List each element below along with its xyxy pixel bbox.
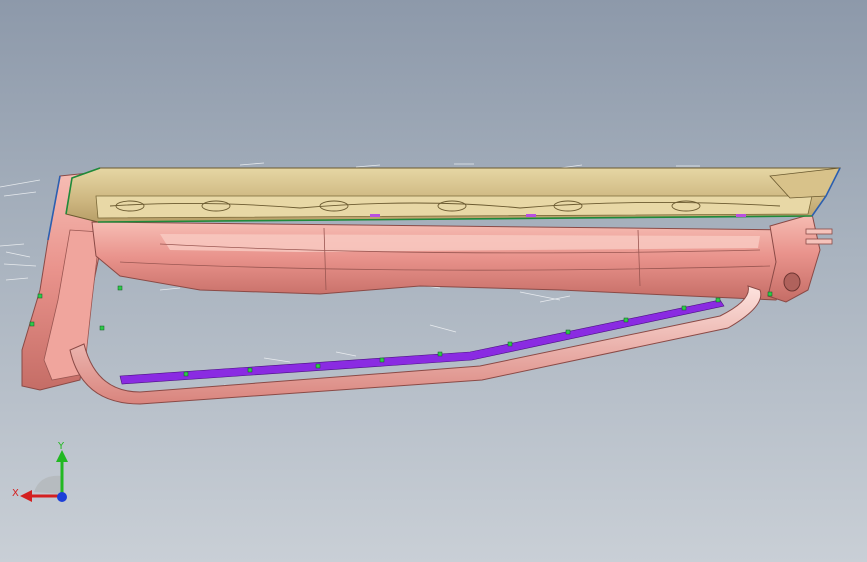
- x-axis-label: X: [12, 488, 19, 499]
- cad-model[interactable]: [0, 0, 867, 562]
- bracket-tab-lower: [805, 238, 833, 245]
- top-cover-face: [95, 195, 813, 219]
- coordinate-triad: Y X: [12, 441, 68, 502]
- graphics-viewport[interactable]: Y X: [0, 0, 867, 562]
- y-axis-label: Y: [57, 441, 65, 452]
- main-body: [91, 221, 807, 301]
- x-axis-arrow: [20, 490, 32, 502]
- lower-rail: [69, 285, 762, 405]
- triad-plane-shade: [34, 475, 62, 494]
- bracket-tab-upper: [805, 228, 833, 235]
- bracket-hole: [783, 272, 801, 292]
- z-axis-dot: [57, 492, 67, 502]
